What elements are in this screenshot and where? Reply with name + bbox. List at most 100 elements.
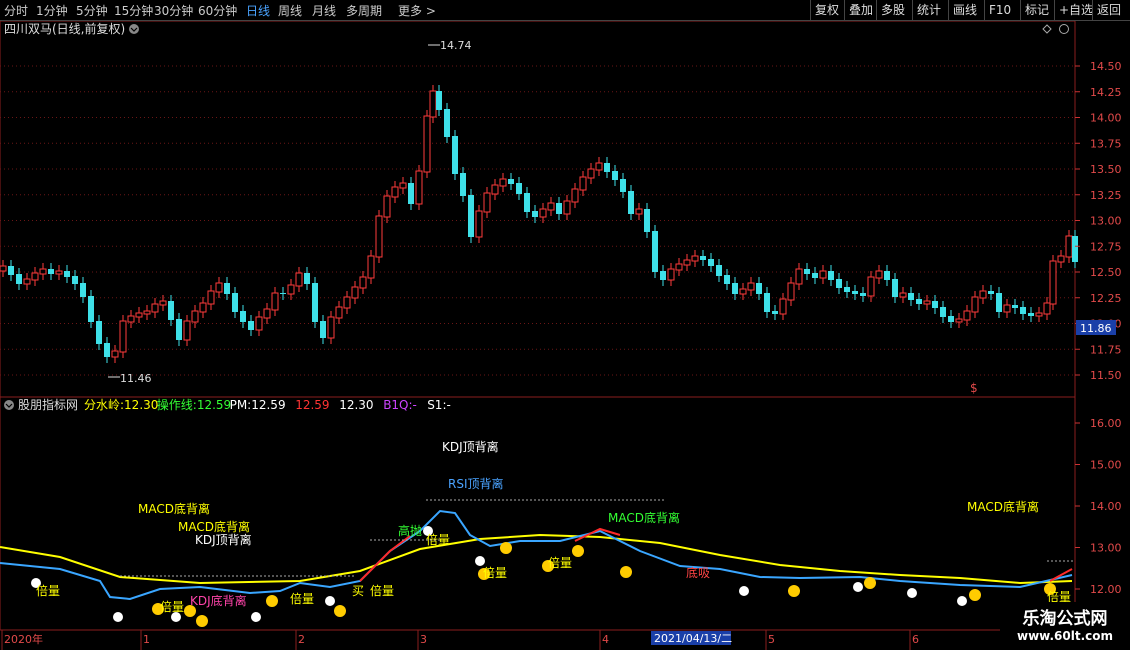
candle-body xyxy=(812,273,818,278)
annotation-kdj-bottom: KDJ底背离 xyxy=(190,593,247,608)
timeframe-tab-2[interactable]: 5分钟 xyxy=(76,2,108,19)
smiley-icon xyxy=(500,542,512,554)
toolbar-button-0[interactable]: 复权 xyxy=(810,0,843,20)
indicator-tick-label: 15.00 xyxy=(1090,459,1122,472)
candle-body xyxy=(475,210,483,238)
candle-body xyxy=(499,178,507,187)
candle-body xyxy=(460,173,466,196)
smiley-icon xyxy=(864,577,876,589)
low-price-label: 11.46 xyxy=(120,372,152,385)
candle-body xyxy=(168,301,174,320)
settings-circle-icon[interactable] xyxy=(1059,24,1069,34)
candle-body xyxy=(899,292,907,298)
candle-body xyxy=(271,292,279,311)
timeframe-tab-4[interactable]: 30分钟 xyxy=(154,2,193,19)
toolbar-button-8[interactable]: 返回 xyxy=(1092,0,1125,20)
smiley-icon xyxy=(196,615,208,627)
timeframe-tab-9[interactable]: 多周期 xyxy=(346,2,382,19)
price-tick-label: 12.25 xyxy=(1090,292,1122,305)
candle-body xyxy=(884,271,890,280)
smiley-icon xyxy=(620,566,632,578)
candle-body xyxy=(375,215,383,258)
candle-body xyxy=(516,183,522,194)
candle-body xyxy=(1049,260,1057,305)
candle-body xyxy=(104,343,110,357)
candle-body xyxy=(88,296,94,322)
candle-body xyxy=(779,298,787,315)
candle-body xyxy=(747,282,755,291)
grid-lines xyxy=(0,65,1075,376)
candle-body xyxy=(587,168,595,179)
toolbar-button-4[interactable]: 画线 xyxy=(948,0,981,20)
indicator-axis: 16.00 15.00 14.00 13.00 12.00 xyxy=(1075,417,1122,596)
candle-body xyxy=(1003,304,1011,313)
money-bag-icon xyxy=(251,612,261,622)
toolbar-button-1[interactable]: 叠加 xyxy=(844,0,877,20)
toolbar-button-2[interactable]: 多股 xyxy=(876,0,909,20)
timeframe-tab-6[interactable]: 日线 xyxy=(246,2,270,19)
diamond-icon[interactable] xyxy=(1042,24,1052,34)
candle-body xyxy=(280,293,286,294)
candle-body xyxy=(667,268,675,281)
toolbar-button-6[interactable]: 标记 xyxy=(1020,0,1053,20)
candle-body xyxy=(691,255,699,262)
title-dropdown-icon[interactable] xyxy=(129,24,139,34)
candle-body xyxy=(312,283,318,322)
annotation-beiliang-5: 倍量 xyxy=(426,532,450,547)
candle-body xyxy=(908,293,914,300)
toolbar-button-5[interactable]: F10 xyxy=(984,0,1015,20)
candle-body xyxy=(620,179,626,192)
candle-body xyxy=(64,271,70,277)
candle-body xyxy=(0,265,7,272)
candle-body xyxy=(215,282,223,293)
annotation-mai: 买 xyxy=(352,584,364,598)
candle-body xyxy=(923,300,931,305)
smiley-icon xyxy=(266,595,278,607)
timeframe-tab-3[interactable]: 15分钟 xyxy=(114,2,153,19)
candle-body xyxy=(335,306,343,319)
candle-body xyxy=(860,293,866,296)
timeframe-tab-7[interactable]: 周线 xyxy=(278,2,302,19)
toolbar-button-3[interactable]: 统计 xyxy=(912,0,945,20)
indicator-dropdown-icon[interactable] xyxy=(4,400,14,410)
indicator-field-5: B1Q:- xyxy=(383,398,417,412)
candle-body xyxy=(199,302,207,313)
candle-body xyxy=(483,192,491,213)
price-tick-label: 13.50 xyxy=(1090,163,1122,176)
indicator-tick-label: 12.00 xyxy=(1090,583,1122,596)
candle-body xyxy=(1065,235,1073,258)
candle-body xyxy=(1020,307,1026,314)
time-label-4: 4 xyxy=(602,633,609,646)
timeframe-tab-8[interactable]: 月线 xyxy=(312,2,336,19)
annotation-kdj-top: KDJ顶背离 xyxy=(442,439,499,454)
toolbar-button-7[interactable]: +自选 xyxy=(1054,0,1097,20)
indicator-field-1: 操作线:12.59 xyxy=(157,397,231,412)
main-chart-frame xyxy=(0,21,1076,398)
candle-body xyxy=(787,282,795,301)
candle-body xyxy=(1012,305,1018,308)
timeframe-tab-1[interactable]: 1分钟 xyxy=(36,2,68,19)
time-label-1: 1 xyxy=(143,633,150,646)
caozuo-line xyxy=(0,509,1073,601)
candle-body xyxy=(491,184,499,195)
time-axis: 2020年 1 2 3 4 5 6 xyxy=(1,630,919,650)
candle-body xyxy=(628,191,634,214)
candle-body xyxy=(979,290,987,299)
candle-body xyxy=(547,202,555,211)
dollar-marker: $ xyxy=(970,381,978,395)
timeframe-tab-5[interactable]: 60分钟 xyxy=(198,2,237,19)
candle-body xyxy=(652,231,658,272)
candle-body xyxy=(772,311,778,314)
annotation-macd-right: MACD底背离 xyxy=(967,499,1039,514)
candle-body xyxy=(383,195,391,218)
timeframe-tab-10[interactable]: 更多 > xyxy=(398,2,436,19)
indicator-field-2: PM:12.59 xyxy=(230,398,286,412)
candle-body xyxy=(604,163,610,172)
candle-body xyxy=(963,310,971,321)
candle-body xyxy=(119,320,127,353)
candle-body xyxy=(207,290,215,305)
candle-body xyxy=(23,278,31,285)
top-toolbar: 分时 1分钟 5分钟 15分钟 30分钟 60分钟 日线 周线 月线 多周期 更多 > 复权 叠加 多股统… xyxy=(0,0,1130,21)
timeframe-tab-0[interactable]: 分时 xyxy=(4,2,28,19)
annotation-macd-green: MACD底背离 xyxy=(608,510,680,525)
